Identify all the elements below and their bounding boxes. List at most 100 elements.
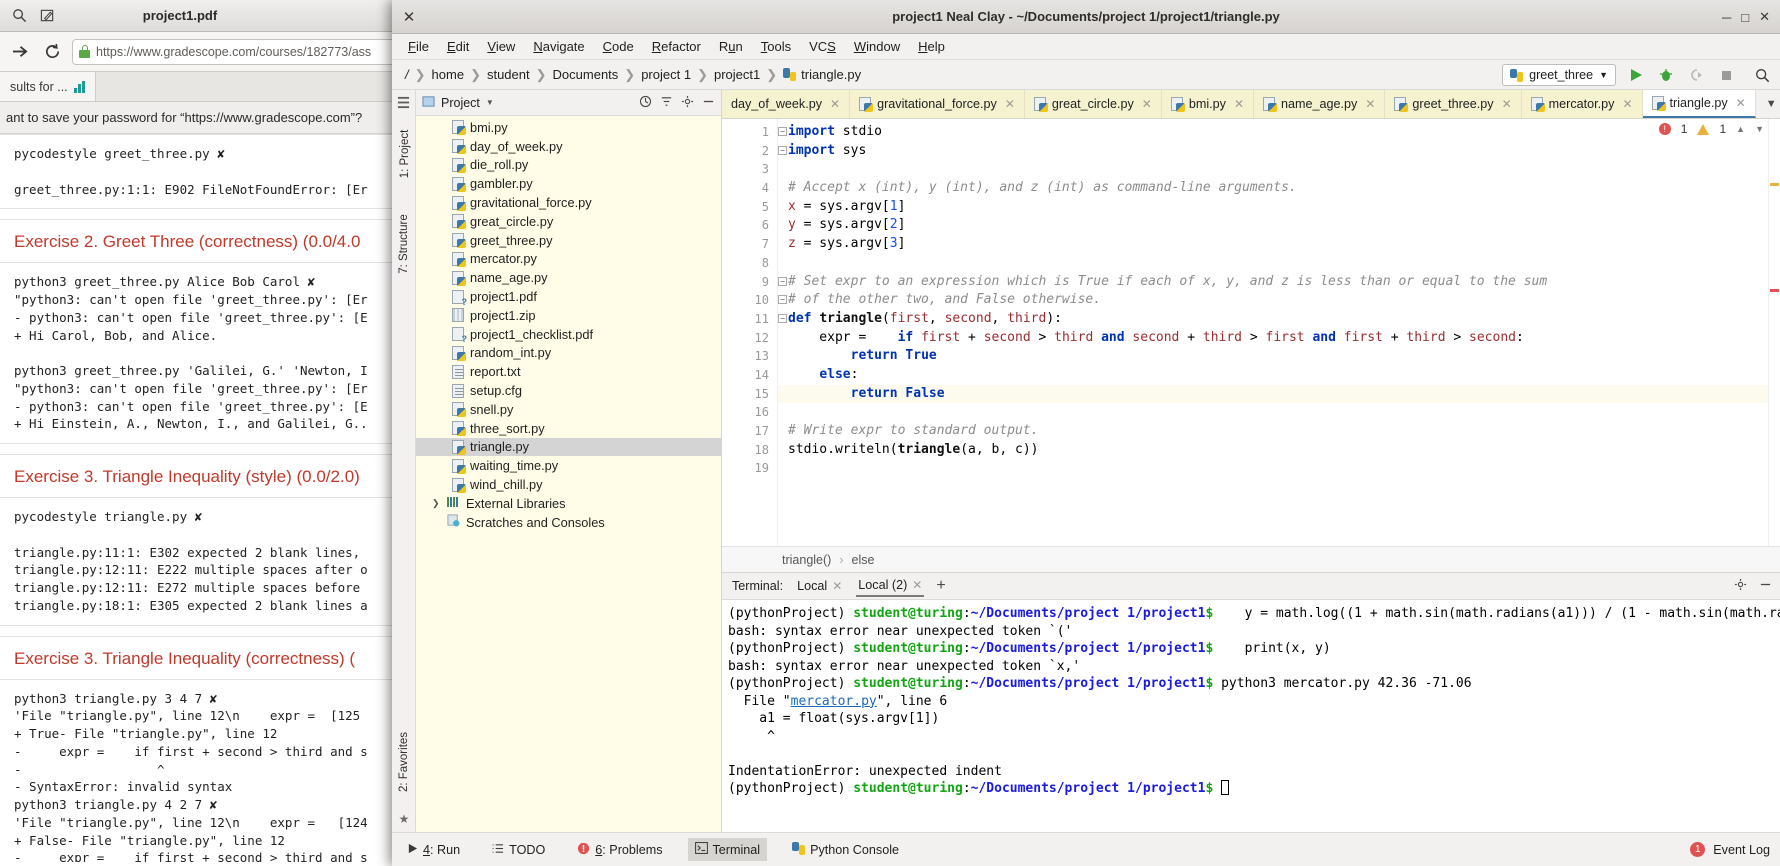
window-close-button-right[interactable]: ✕ bbox=[1759, 9, 1770, 25]
line-number[interactable]: 17 bbox=[722, 422, 777, 441]
tree-item-greet-three-py[interactable]: greet_three.py bbox=[416, 231, 721, 250]
status-bar-item-6-problems[interactable]: 6: Problems bbox=[570, 838, 669, 862]
sidebar-item-favorites[interactable]: 2: Favorites bbox=[398, 723, 410, 801]
close-icon[interactable]: ✕ bbox=[1736, 96, 1746, 110]
line-number[interactable]: 2− bbox=[722, 142, 787, 161]
debug-icon[interactable] bbox=[1656, 65, 1676, 85]
terminal-output[interactable]: (pythonProject) student@turing:~/Documen… bbox=[722, 600, 1780, 832]
chevron-down-icon[interactable]: ▼ bbox=[1755, 124, 1764, 134]
chevron-right-icon[interactable]: ❯ bbox=[432, 498, 441, 509]
tree-item-random-int-py[interactable]: random_int.py bbox=[416, 344, 721, 363]
menu-item-vcs[interactable]: VCS bbox=[801, 36, 844, 57]
chevron-down-icon[interactable]: ▼ bbox=[486, 98, 494, 107]
tree-item-external-libraries[interactable]: ❯ External Libraries bbox=[416, 494, 721, 513]
stop-icon[interactable] bbox=[1716, 65, 1736, 85]
tree-item-great-circle-py[interactable]: great_circle.py bbox=[416, 212, 721, 231]
status-bar-item-todo[interactable]: TODO bbox=[485, 839, 552, 861]
tree-item-gambler-py[interactable]: gambler.py bbox=[416, 174, 721, 193]
tree-item-gravitational-force-py[interactable]: gravitational_force.py bbox=[416, 193, 721, 212]
code-editor[interactable]: ! 1 1 ▲ ▼ 1−2−3456789−10−11−12131415−161… bbox=[722, 119, 1780, 546]
code-line[interactable]: return True bbox=[778, 347, 1780, 366]
browser-tab[interactable]: sults for ... bbox=[0, 72, 96, 101]
tree-item-project1-checklist-pdf[interactable]: project1_checklist.pdf bbox=[416, 325, 721, 344]
breadcrumb-triangle-py[interactable]: triangle.py bbox=[780, 67, 864, 82]
code-line[interactable]: # of the other two, and False otherwise. bbox=[778, 291, 1780, 310]
coverage-icon[interactable] bbox=[1686, 65, 1706, 85]
code-line[interactable]: z = sys.argv[3] bbox=[778, 235, 1780, 254]
line-number[interactable]: 6 bbox=[722, 216, 777, 235]
editor-marker-bar[interactable] bbox=[1768, 119, 1780, 546]
breadcrumb-project-1[interactable]: project 1 bbox=[638, 67, 694, 82]
event-log-area[interactable]: 1 Event Log bbox=[1690, 842, 1770, 857]
terminal-tab-local-2[interactable]: Local (2) ✕ bbox=[856, 575, 925, 597]
run-icon[interactable] bbox=[1626, 65, 1646, 85]
tree-item-day-of-week-py[interactable]: day_of_week.py bbox=[416, 137, 721, 156]
code-line[interactable]: # Set expr to an expression which is Tru… bbox=[778, 273, 1780, 292]
file-link[interactable]: mercator.py bbox=[791, 694, 877, 709]
tree-item-project1-zip[interactable]: project1.zip bbox=[416, 306, 721, 325]
editor-tab-greet-three-py[interactable]: greet_three.py ✕ bbox=[1385, 90, 1522, 118]
code-line[interactable]: def triangle(first, second, third): bbox=[778, 310, 1780, 329]
breadcrumb-home[interactable]: home bbox=[429, 67, 468, 82]
code-line[interactable]: return False bbox=[778, 384, 1780, 404]
line-number[interactable]: 13 bbox=[722, 347, 777, 366]
status-bar-item-4-run[interactable]: 4: Run bbox=[400, 839, 467, 861]
editor-tab-gravitational-force-py[interactable]: gravitational_force.py ✕ bbox=[850, 90, 1025, 118]
minimize-icon[interactable] bbox=[1759, 578, 1772, 594]
window-maximize-button[interactable]: □ bbox=[1741, 10, 1749, 25]
menu-item-refactor[interactable]: Refactor bbox=[644, 36, 709, 57]
gear-icon[interactable] bbox=[1734, 578, 1747, 594]
line-number[interactable]: 11− bbox=[722, 310, 787, 329]
menu-item-window[interactable]: Window bbox=[846, 36, 908, 57]
favorites-star-icon[interactable]: ★ bbox=[392, 811, 416, 826]
line-number[interactable]: 3 bbox=[722, 160, 777, 179]
editor-tab-triangle-py[interactable]: triangle.py ✕ bbox=[1642, 90, 1756, 118]
chevron-up-icon[interactable]: ▲ bbox=[1736, 124, 1745, 134]
tree-item-die-roll-py[interactable]: die_roll.py bbox=[416, 156, 721, 175]
code-line[interactable]: # Write expr to standard output. bbox=[778, 422, 1780, 441]
editor-code-area[interactable]: import stdio import sys # Accept x (int),… bbox=[778, 119, 1780, 546]
editor-tab-bmi-py[interactable]: bmi.py ✕ bbox=[1162, 90, 1254, 118]
sidebar-item-project[interactable]: 1: Project bbox=[399, 124, 411, 184]
code-line[interactable]: expr = if first + second > third and sec… bbox=[778, 329, 1780, 348]
collapse-all-icon[interactable] bbox=[639, 95, 652, 111]
close-icon[interactable]: ✕ bbox=[1005, 97, 1015, 111]
line-number[interactable]: 7 bbox=[722, 235, 777, 254]
line-number[interactable]: 15− bbox=[722, 385, 787, 404]
breadcrumb-block[interactable]: else bbox=[852, 553, 875, 567]
menu-item-navigate[interactable]: Navigate bbox=[525, 36, 592, 57]
tree-item-project1-pdf[interactable]: project1.pdf bbox=[416, 287, 721, 307]
terminal-tab-local[interactable]: Local ✕ bbox=[795, 576, 844, 596]
tree-item-bmi-py[interactable]: bmi.py bbox=[416, 118, 721, 137]
code-line[interactable] bbox=[778, 254, 1780, 273]
code-line[interactable]: # Accept x (int), y (int), and z (int) a… bbox=[778, 179, 1780, 198]
run-configuration-selector[interactable]: greet_three ▼ bbox=[1502, 64, 1616, 86]
close-icon[interactable]: ✕ bbox=[1502, 97, 1512, 111]
code-line[interactable] bbox=[778, 459, 1780, 478]
settings-icon[interactable] bbox=[681, 95, 694, 111]
menu-item-help[interactable]: Help bbox=[910, 36, 953, 57]
status-bar-item-python-console[interactable]: Python Console bbox=[785, 838, 906, 862]
close-icon[interactable]: ✕ bbox=[912, 578, 922, 592]
line-number[interactable]: 10− bbox=[722, 291, 787, 310]
tree-item-scratches-and-consoles[interactable]: Scratches and Consoles bbox=[416, 513, 721, 532]
tree-item-waiting-time-py[interactable]: waiting_time.py bbox=[416, 456, 721, 475]
line-number[interactable]: 1− bbox=[722, 123, 787, 142]
menu-item-file[interactable]: File bbox=[400, 36, 437, 57]
editor-tab-name-age-py[interactable]: name_age.py ✕ bbox=[1254, 90, 1386, 118]
editor-gutter[interactable]: 1−2−3456789−10−11−12131415−16171819 bbox=[722, 119, 787, 546]
window-close-button[interactable]: ✕ bbox=[392, 0, 426, 34]
close-icon[interactable]: ✕ bbox=[830, 97, 840, 111]
breadcrumb--[interactable]: / bbox=[402, 67, 412, 82]
close-icon[interactable]: ✕ bbox=[1234, 97, 1244, 111]
status-bar-item-terminal[interactable]: Terminal bbox=[687, 838, 768, 861]
code-line[interactable]: import sys bbox=[778, 142, 1780, 161]
address-bar[interactable]: https://www.gradescope.com/courses/18277… bbox=[72, 38, 412, 65]
code-line[interactable] bbox=[778, 403, 1780, 422]
menu-item-tools[interactable]: Tools bbox=[753, 36, 799, 57]
editor-tab-great-circle-py[interactable]: great_circle.py ✕ bbox=[1025, 90, 1162, 118]
menu-item-run[interactable]: Run bbox=[711, 36, 751, 57]
hide-icon[interactable] bbox=[702, 95, 715, 111]
window-minimize-button[interactable]: ─ bbox=[1722, 10, 1731, 25]
breadcrumb-project1[interactable]: project1 bbox=[711, 67, 763, 82]
